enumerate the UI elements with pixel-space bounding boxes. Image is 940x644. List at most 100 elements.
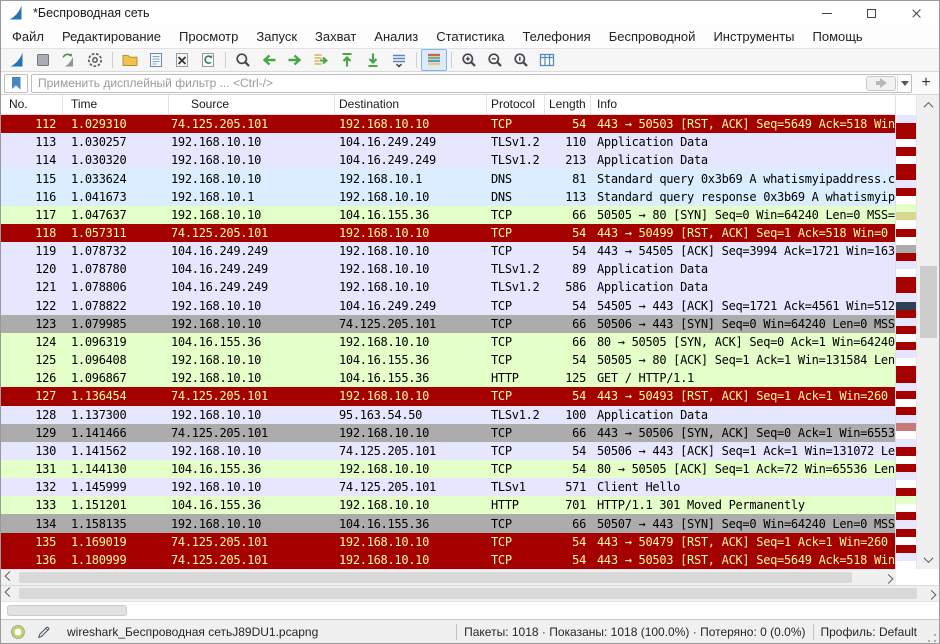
open-file-button[interactable] bbox=[117, 49, 143, 71]
maximize-button[interactable] bbox=[849, 1, 894, 25]
packet-row-133[interactable]: 1331.151201104.16.155.36192.168.10.10HTT… bbox=[1, 496, 895, 514]
find-packet-button[interactable] bbox=[230, 49, 256, 71]
capture-options-button[interactable] bbox=[82, 49, 108, 71]
packet-row-124[interactable]: 1241.096319104.16.155.36192.168.10.10TCP… bbox=[1, 333, 895, 351]
scroll-left-button-2[interactable] bbox=[1, 586, 17, 601]
packet-row-128[interactable]: 1281.137300192.168.10.1095.163.54.50TLSv… bbox=[1, 406, 895, 424]
packet-row-123[interactable]: 1231.079985192.168.10.1074.125.205.101TC… bbox=[1, 315, 895, 333]
menu-item-4[interactable]: Захват bbox=[306, 25, 365, 48]
expert-info-button[interactable] bbox=[9, 623, 27, 641]
zoom-in-button[interactable] bbox=[456, 49, 482, 71]
hscroll-track[interactable] bbox=[17, 570, 880, 585]
go-forward-button[interactable] bbox=[282, 49, 308, 71]
zoom-out-button[interactable] bbox=[482, 49, 508, 71]
column-header-proto[interactable]: Protocol bbox=[487, 95, 545, 114]
packet-list-hscrollbar[interactable] bbox=[1, 569, 896, 585]
packet-row-112[interactable]: 1121.02931074.125.205.101192.168.10.10TC… bbox=[1, 115, 895, 133]
menu-item-9[interactable]: Инструменты bbox=[704, 25, 803, 48]
go-first-button[interactable] bbox=[334, 49, 360, 71]
packet-row-136[interactable]: 1361.18099974.125.205.101192.168.10.10TC… bbox=[1, 551, 895, 569]
start-capture-button[interactable] bbox=[4, 49, 30, 71]
filter-bookmark-button[interactable] bbox=[4, 74, 28, 93]
packet-row-114[interactable]: 1141.030320192.168.10.10104.16.249.249TL… bbox=[1, 151, 895, 169]
go-back-button[interactable] bbox=[256, 49, 282, 71]
packet-row-134[interactable]: 1341.158135192.168.10.10104.16.155.36TCP… bbox=[1, 514, 895, 532]
apply-filter-button[interactable] bbox=[866, 76, 896, 91]
resize-columns-button[interactable] bbox=[534, 49, 560, 71]
hscroll-track-2[interactable] bbox=[17, 586, 923, 601]
scroll-down-button[interactable] bbox=[917, 551, 939, 567]
packet-row-126[interactable]: 1261.096867192.168.10.10104.16.155.36HTT… bbox=[1, 369, 895, 387]
packet-row-132[interactable]: 1321.145999192.168.10.1074.125.205.101TL… bbox=[1, 478, 895, 496]
cell-len: 54 bbox=[545, 353, 591, 367]
menu-item-3[interactable]: Запуск bbox=[247, 25, 306, 48]
intelligent-scrollbar-minimap[interactable] bbox=[895, 95, 916, 569]
stop-capture-button[interactable] bbox=[30, 49, 56, 71]
reload-file-button[interactable] bbox=[195, 49, 221, 71]
toolbar-separator bbox=[416, 52, 417, 68]
restart-capture-icon bbox=[60, 51, 78, 69]
close-button[interactable] bbox=[894, 1, 939, 25]
column-header-info[interactable]: Info bbox=[591, 95, 895, 114]
column-header-time[interactable]: Time bbox=[63, 95, 169, 114]
packet-row-113[interactable]: 1131.030257192.168.10.10104.16.249.249TL… bbox=[1, 133, 895, 151]
menu-item-7[interactable]: Телефония bbox=[513, 25, 599, 48]
capture-comment-button[interactable] bbox=[35, 623, 53, 641]
go-to-packet-button[interactable] bbox=[308, 49, 334, 71]
add-filter-button[interactable]: + bbox=[916, 74, 936, 93]
column-header-no[interactable]: No. bbox=[1, 95, 63, 114]
secondary-hscrollbar[interactable] bbox=[1, 585, 939, 601]
packet-row-135[interactable]: 1351.16901974.125.205.101192.168.10.10TC… bbox=[1, 533, 895, 551]
vertical-scrollbar[interactable] bbox=[916, 95, 939, 569]
auto-scroll-button[interactable] bbox=[386, 49, 412, 71]
filter-history-dropdown[interactable] bbox=[897, 75, 911, 92]
packet-row-129[interactable]: 1291.14146674.125.205.101192.168.10.10TC… bbox=[1, 424, 895, 442]
column-header-src[interactable]: Source bbox=[169, 95, 335, 114]
stop-capture-icon bbox=[34, 51, 52, 69]
scroll-right-button-2[interactable] bbox=[923, 586, 939, 601]
menu-item-0[interactable]: Файл bbox=[3, 25, 53, 48]
packet-row-117[interactable]: 1171.047637192.168.10.10104.16.155.36TCP… bbox=[1, 206, 895, 224]
packet-row-121[interactable]: 1211.078806104.16.249.249192.168.10.10TL… bbox=[1, 278, 895, 296]
go-last-button[interactable] bbox=[360, 49, 386, 71]
packet-row-125[interactable]: 1251.096408192.168.10.10104.16.155.36TCP… bbox=[1, 351, 895, 369]
display-filter-input[interactable] bbox=[32, 75, 866, 92]
resize-grip[interactable] bbox=[927, 633, 937, 643]
packet-row-116[interactable]: 1161.041673192.168.10.1192.168.10.10DNS1… bbox=[1, 188, 895, 206]
menu-item-8[interactable]: Беспроводной bbox=[600, 25, 705, 48]
menu-item-10[interactable]: Помощь bbox=[804, 25, 872, 48]
packet-row-115[interactable]: 1151.033624192.168.10.10192.168.10.1DNS8… bbox=[1, 169, 895, 187]
scroll-left-button[interactable] bbox=[1, 570, 17, 585]
vertical-scroll-thumb[interactable] bbox=[920, 266, 937, 338]
menu-item-6[interactable]: Статистика bbox=[427, 25, 513, 48]
profile-button[interactable]: Профиль: Default bbox=[821, 625, 928, 639]
scroll-right-button[interactable] bbox=[880, 570, 896, 585]
detail-pane-scroll-thumb[interactable] bbox=[7, 605, 127, 616]
packet-row-120[interactable]: 1201.078780104.16.249.249192.168.10.10TL… bbox=[1, 260, 895, 278]
hscroll-thumb[interactable] bbox=[19, 572, 852, 583]
menu-item-5[interactable]: Анализ bbox=[365, 25, 427, 48]
packet-row-131[interactable]: 1311.144130104.16.155.36192.168.10.10TCP… bbox=[1, 460, 895, 478]
cell-proto: TLSv1.2 bbox=[487, 153, 545, 167]
minimap-stripe bbox=[896, 220, 916, 228]
scroll-up-button[interactable] bbox=[917, 97, 939, 113]
menu-item-2[interactable]: Просмотр bbox=[170, 25, 247, 48]
colorize-button[interactable] bbox=[421, 49, 447, 71]
minimize-button[interactable] bbox=[804, 1, 849, 25]
hscroll-thumb-2[interactable] bbox=[19, 588, 917, 599]
packet-row-118[interactable]: 1181.05731174.125.205.101192.168.10.10TC… bbox=[1, 224, 895, 242]
save-file-button[interactable] bbox=[143, 49, 169, 71]
zoom-original-button[interactable] bbox=[508, 49, 534, 71]
packet-row-130[interactable]: 1301.141562192.168.10.1074.125.205.101TC… bbox=[1, 442, 895, 460]
packet-row-127[interactable]: 1271.13645474.125.205.101192.168.10.10TC… bbox=[1, 387, 895, 405]
cell-src: 192.168.10.10 bbox=[169, 353, 335, 367]
menu-item-1[interactable]: Редактирование bbox=[53, 25, 170, 48]
packet-row-119[interactable]: 1191.078732104.16.249.249192.168.10.10TC… bbox=[1, 242, 895, 260]
cell-dst: 192.168.10.10 bbox=[335, 190, 487, 204]
close-file-button[interactable] bbox=[169, 49, 195, 71]
packet-row-122[interactable]: 1221.078822192.168.10.10104.16.249.249TC… bbox=[1, 297, 895, 315]
column-header-dst[interactable]: Destination bbox=[335, 95, 487, 114]
column-header-len[interactable]: Length bbox=[545, 95, 591, 114]
restart-capture-button[interactable] bbox=[56, 49, 82, 71]
expert-info-icon bbox=[10, 624, 26, 640]
